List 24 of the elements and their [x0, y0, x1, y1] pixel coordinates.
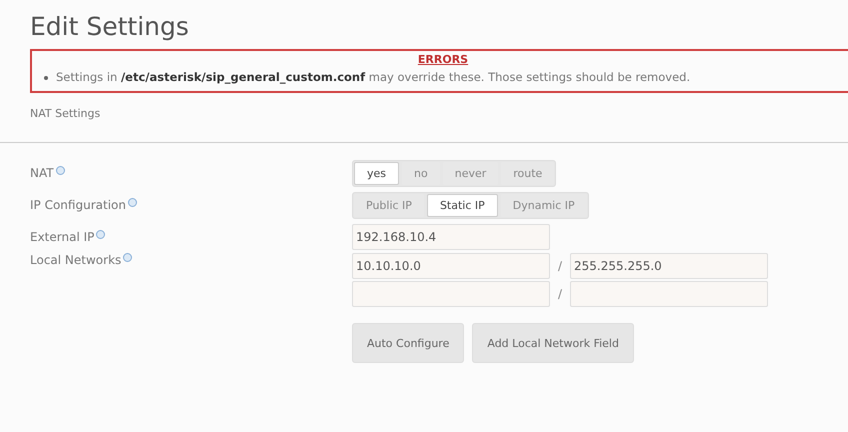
info-icon[interactable]	[128, 198, 137, 207]
info-icon[interactable]	[56, 166, 65, 175]
section-title: NAT Settings	[30, 107, 102, 120]
error-message: Settings in /etc/asterisk/sip_general_custom.conf may override these. Those settings should be removed.	[56, 70, 690, 85]
page-title: Edit Settings	[30, 12, 190, 41]
input-field[interactable]	[570, 281, 768, 307]
input-field[interactable]: 192.168.10.4	[352, 224, 550, 250]
input-field[interactable]	[352, 281, 550, 307]
error-title: ERRORS	[416, 53, 470, 66]
toggle-option[interactable]: yes	[354, 162, 400, 184]
input-field[interactable]: 255.255.255.0	[570, 253, 768, 279]
separator: /	[556, 259, 564, 273]
input-field[interactable]: 10.10.10.0	[352, 253, 550, 279]
info-icon[interactable]	[96, 230, 106, 239]
field-label: Local Networks	[30, 253, 122, 267]
bullet-icon	[44, 76, 48, 80]
action-button[interactable]: Auto Configure	[352, 323, 464, 363]
field-label: External IP	[30, 230, 94, 244]
separator: /	[556, 287, 564, 301]
action-button[interactable]: Add Local Network Field	[472, 323, 634, 363]
toggle-option[interactable]: Static IP	[426, 194, 498, 216]
field-label: IP Configuration	[30, 198, 126, 212]
field-label: NAT	[30, 166, 54, 180]
info-icon[interactable]	[123, 253, 132, 262]
